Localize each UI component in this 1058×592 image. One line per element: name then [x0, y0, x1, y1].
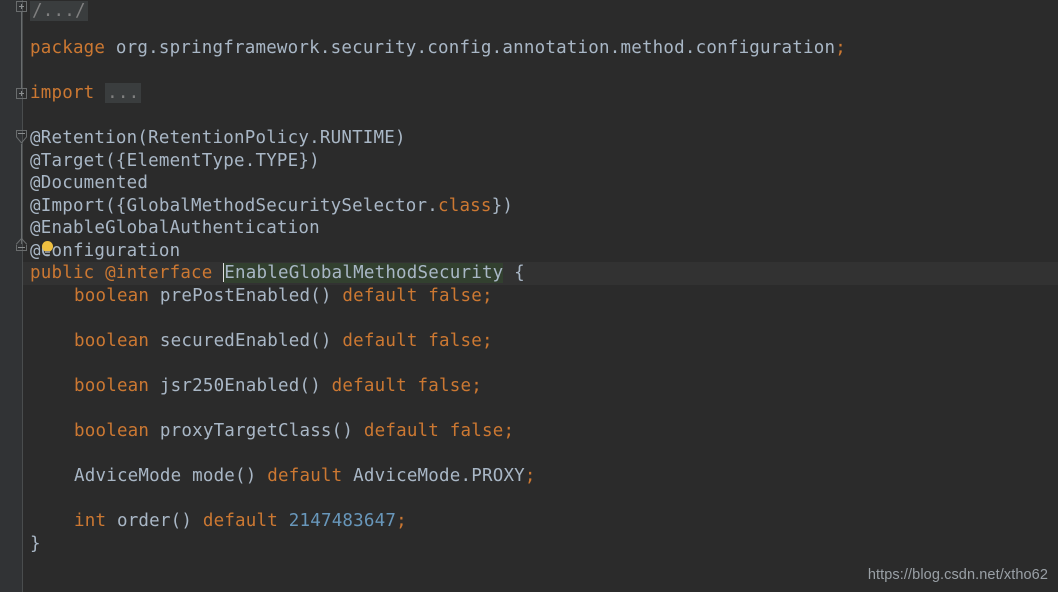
code-token: @Documented — [30, 173, 149, 193]
code-token: int — [74, 511, 107, 531]
code-token: public — [30, 263, 95, 283]
code-token: boolean — [74, 421, 150, 441]
code-token: }) — [491, 196, 514, 216]
line-interface-declaration[interactable]: public @interface EnableGlobalMethodSecu… — [30, 262, 525, 285]
code-token: AdviceMode mode() — [74, 466, 268, 486]
fold-region-end-icon — [16, 238, 27, 251]
code-token: default false; — [331, 376, 482, 396]
line-import-annotation[interactable]: @Import({GlobalMethodSecuritySelector.cl… — [30, 195, 513, 218]
code-token: ; — [835, 38, 846, 58]
code-token: default — [202, 511, 278, 531]
line-import-folded[interactable]: import ... — [30, 82, 142, 105]
lightbulb-intention-icon[interactable] — [41, 241, 55, 257]
fold-expand-imports-icon[interactable] — [16, 88, 27, 99]
code-token: @EnableGlobalAuthentication — [30, 218, 320, 238]
code-token: } — [30, 534, 41, 554]
line-closing-brace[interactable]: } — [30, 533, 41, 556]
code-token: default false; — [342, 286, 493, 306]
code-token: ... — [105, 83, 142, 103]
code-token: default — [267, 466, 343, 486]
fold-spine-upper — [21, 12, 22, 88]
fold-arrow-up-icon — [16, 238, 27, 245]
code-token: 2147483647 — [288, 511, 397, 531]
code-token: org.springframework.security.config.anno… — [105, 38, 836, 58]
line-enable-global-authentication[interactable]: @EnableGlobalAuthentication — [30, 217, 320, 240]
code-token: securedEnabled() — [149, 331, 343, 351]
code-token: @interface — [105, 263, 213, 283]
line-proxy-target-class[interactable]: boolean proxyTargetClass() default false… — [74, 420, 514, 443]
line-jsr250-enabled[interactable]: boolean jsr250Enabled() default false; — [74, 375, 482, 398]
fold-collapse-annotations-icon[interactable] — [16, 130, 27, 144]
line-documented[interactable]: @Documented — [30, 172, 148, 195]
code-token: boolean — [74, 331, 150, 351]
code-token: boolean — [74, 376, 150, 396]
line-secured-enabled[interactable]: boolean securedEnabled() default false; — [74, 330, 493, 353]
code-token: import — [30, 83, 95, 103]
code-editor-window: /.../ package org.springframework.securit… — [0, 0, 1058, 592]
code-token: @Retention(RetentionPolicy.RUNTIME) — [30, 128, 406, 148]
code-token: default false; — [342, 331, 493, 351]
line-pre-post-enabled[interactable]: boolean prePostEnabled() default false; — [74, 285, 493, 308]
code-token: boolean — [74, 286, 150, 306]
code-token: prePostEnabled() — [149, 286, 343, 306]
code-token: @Import({GlobalMethodSecuritySelector. — [30, 196, 438, 216]
code-token: ; — [524, 466, 536, 486]
code-token: jsr250Enabled() — [149, 376, 332, 396]
fold-expand-javadoc-icon[interactable] — [16, 1, 27, 12]
code-token: AdviceMode.PROXY — [342, 466, 525, 486]
code-text-area[interactable]: /.../ package org.springframework.securit… — [0, 0, 1058, 592]
watermark-text: https://blog.csdn.net/xtho62 — [867, 567, 1048, 583]
fold-spine-lower — [21, 144, 22, 244]
line-mode[interactable]: AdviceMode mode() default AdviceMode.PRO… — [74, 465, 536, 488]
line-target[interactable]: @Target({ElementType.TYPE}) — [30, 150, 320, 173]
line-javadoc-folded[interactable]: /.../ — [30, 0, 88, 23]
code-token: { — [503, 263, 525, 283]
line-package[interactable]: package org.springframework.security.con… — [30, 37, 846, 60]
code-token: proxyTargetClass() — [149, 421, 364, 441]
code-token: EnableGlobalMethodSecurity — [224, 263, 504, 283]
code-token: default false; — [363, 421, 515, 441]
code-token: order() — [106, 511, 203, 531]
fold-arrow-down-icon — [16, 136, 27, 144]
code-token: @Target({ElementType.TYPE}) — [30, 151, 320, 171]
code-token: /.../ — [30, 1, 88, 21]
code-token: ; — [396, 511, 407, 531]
code-token: package — [30, 38, 106, 58]
line-order[interactable]: int order() default 2147483647; — [74, 510, 407, 533]
code-token: class — [437, 196, 492, 216]
line-retention[interactable]: @Retention(RetentionPolicy.RUNTIME) — [30, 127, 406, 150]
